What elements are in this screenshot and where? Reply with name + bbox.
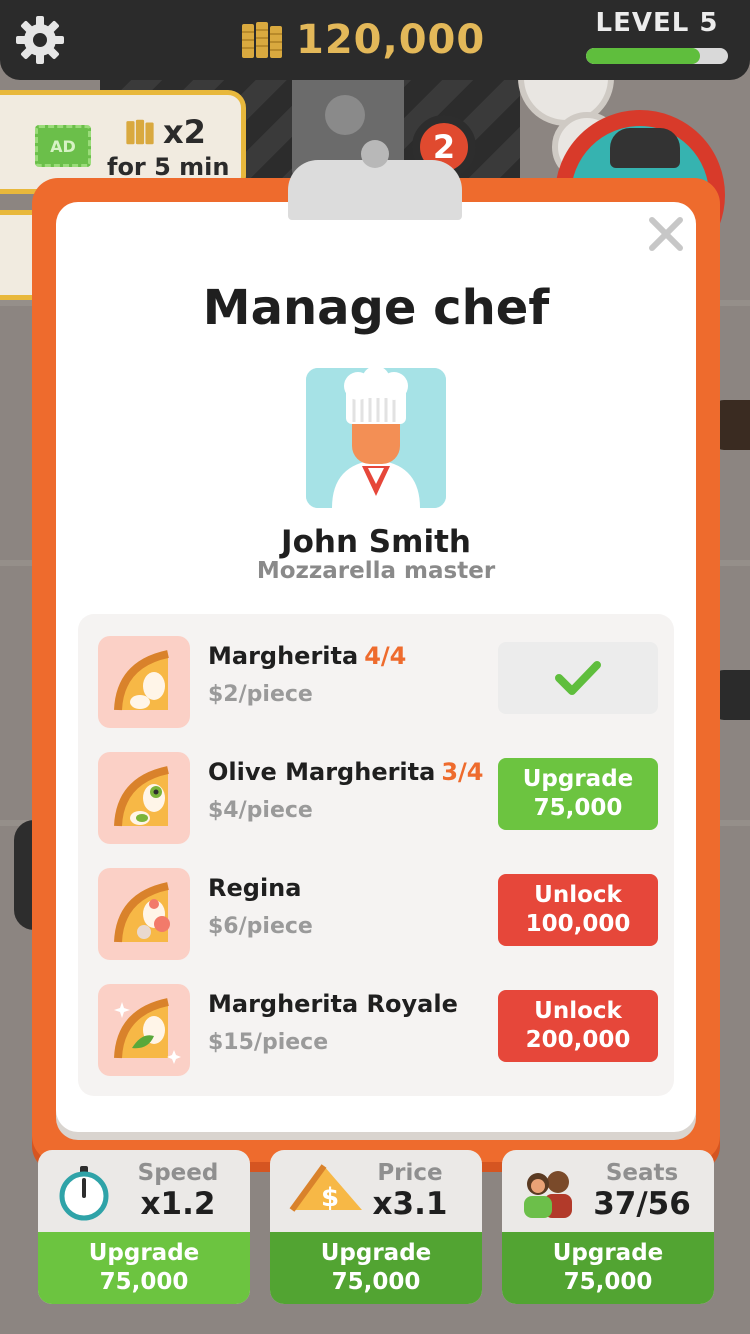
speed-upgrade-button[interactable]: Upgrade 75,000 [38, 1232, 250, 1304]
level-progress-fill [586, 48, 700, 64]
recipe-price: $15/piece [208, 1030, 329, 1055]
customer-hat [610, 128, 680, 168]
chef-portrait-icon [306, 368, 446, 508]
svg-text:$: $ [321, 1183, 339, 1213]
modal-title: Manage chef [202, 280, 550, 336]
recipe-price: $2/piece [208, 682, 313, 707]
button-cost: 75,000 [99, 1269, 189, 1295]
recipe-level-count: 4/4 [364, 642, 407, 670]
button-cost: 75,000 [331, 1269, 421, 1295]
chef-name: John Smith [281, 524, 471, 560]
checkmark-icon [555, 661, 601, 695]
top-bar: 120,000 LEVEL 5 [0, 0, 750, 80]
stopwatch-icon [59, 1166, 109, 1221]
button-label: Upgrade [320, 1240, 432, 1266]
button-label: Unlock [534, 882, 622, 908]
stat-value: 37/56 [593, 1186, 691, 1222]
clipboard-clip-hole [361, 140, 389, 168]
boost-multiplier: x2 [125, 113, 206, 151]
level-progress-bar [586, 48, 728, 64]
recipe-name: Regina [208, 874, 302, 902]
button-label: Upgrade [522, 766, 634, 792]
button-label: Unlock [534, 998, 622, 1024]
seats-stat-card: Seats 37/56 Upgrade 75,000 [502, 1150, 714, 1304]
multiplier-text: x2 [163, 113, 206, 151]
oven-knob [325, 95, 365, 135]
stat-label: Speed [137, 1160, 219, 1186]
stat-label: Price [377, 1160, 443, 1186]
close-icon[interactable] [646, 214, 686, 254]
coin-amount: 120,000 [296, 17, 486, 63]
gear-icon[interactable] [12, 12, 68, 68]
recipe-unlock-button[interactable]: Unlock 100,000 [498, 874, 658, 946]
pizza-slice-icon [98, 636, 190, 728]
price-stat-card: $ Price x3.1 Upgrade 75,000 [270, 1150, 482, 1304]
coin-balance: 120,000 [240, 10, 485, 70]
customers-icon [524, 1171, 572, 1218]
seats-upgrade-button[interactable]: Upgrade 75,000 [502, 1232, 714, 1304]
boost-duration: for 5 min [107, 153, 230, 181]
stat-label: Seats [605, 1160, 679, 1186]
pizza-slice-icon [98, 752, 190, 844]
chef-role: Mozzarella master [256, 558, 496, 584]
stat-value: x1.2 [140, 1186, 216, 1222]
coin-stack-icon [242, 22, 282, 58]
level-label: LEVEL 5 [595, 8, 719, 38]
clipboard-clip-icon [288, 160, 462, 220]
recipe-price: $6/piece [208, 914, 313, 939]
recipe-unlock-button[interactable]: Unlock 200,000 [498, 990, 658, 1062]
recipe-upgrade-button[interactable]: Upgrade 75,000 [498, 758, 658, 830]
button-label: Upgrade [552, 1240, 664, 1266]
recipe-row-margherita-royale: Margherita Royale $15/piece Unlock 200,0… [98, 984, 658, 1076]
recipe-row-regina: Regina $6/piece Unlock 100,000 [98, 868, 658, 960]
button-cost: 100,000 [525, 911, 631, 937]
button-label: Upgrade [88, 1240, 200, 1266]
pizza-slice-icon [98, 984, 190, 1076]
speed-stat-card: Speed x1.2 Upgrade 75,000 [38, 1150, 250, 1304]
recipe-row-olive-margherita: Olive Margherita 3/4 $4/piece Upgrade 75,… [98, 752, 658, 844]
button-cost: 75,000 [533, 795, 623, 821]
recipe-name: Margherita [208, 642, 359, 670]
price-upgrade-button[interactable]: Upgrade 75,000 [270, 1232, 482, 1304]
recipe-price: $4/piece [208, 798, 313, 823]
recipe-row-margherita: Margherita 4/4 $2/piece [98, 636, 658, 728]
pizza-slice-icon [98, 868, 190, 960]
button-cost: 75,000 [563, 1269, 653, 1295]
recipe-level-count: 3/4 [441, 758, 484, 786]
recipe-name: Olive Margherita [208, 758, 436, 786]
coin-stack-icon [126, 119, 154, 145]
stat-value: x3.1 [372, 1186, 448, 1222]
video-ad-icon: AD [35, 125, 91, 167]
level-indicator[interactable]: LEVEL 5 [586, 8, 728, 68]
button-cost: 200,000 [525, 1027, 631, 1053]
recipe-completed-button[interactable] [498, 642, 658, 714]
chef-avatar [306, 368, 446, 508]
recipe-name: Margherita Royale [208, 990, 458, 1018]
